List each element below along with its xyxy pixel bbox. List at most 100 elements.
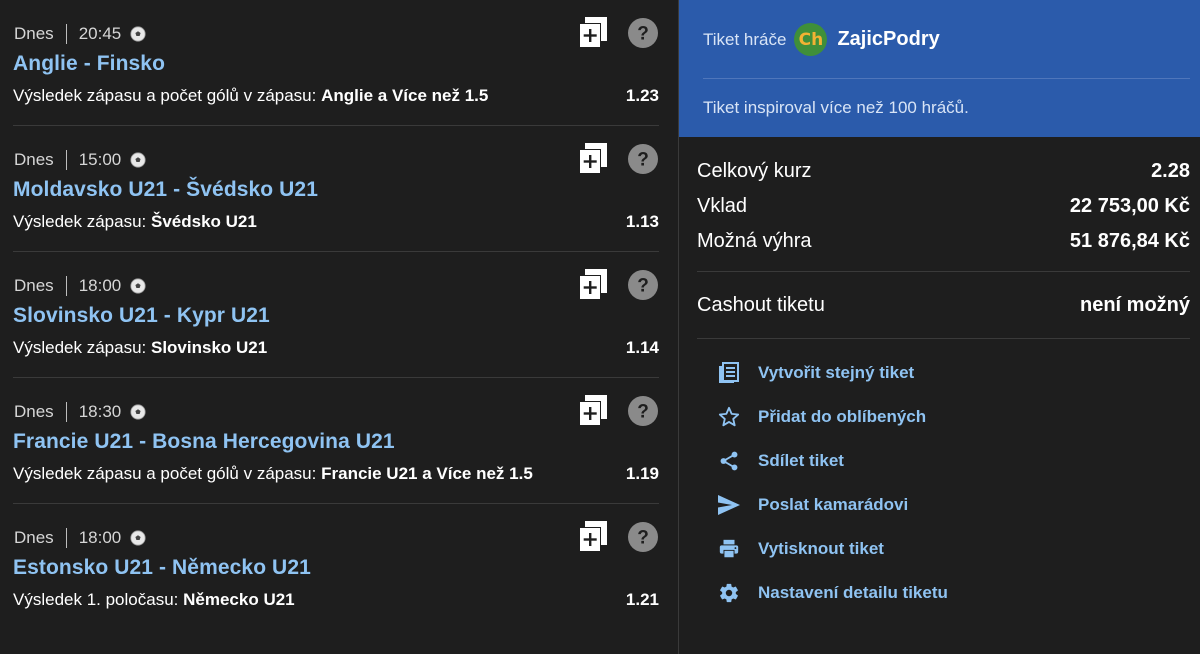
- match-day: Dnes: [14, 24, 54, 43]
- send-to-friend-button[interactable]: Poslat kamarádovi: [716, 483, 1200, 527]
- add-to-favorites-button[interactable]: Přidat do oblíbených: [716, 395, 1200, 439]
- ticket-stats: Celkový kurz 2.28 Vklad 22 753,00 Kč Mož…: [679, 154, 1200, 259]
- ticket-summary-panel: Tiket hráče Ch ZajicPodry Tiket inspirov…: [679, 0, 1200, 654]
- user-logo-icon: Ch: [794, 23, 828, 56]
- add-to-ticket-icon[interactable]: [578, 269, 608, 301]
- match-teams-link[interactable]: Moldavsko U21 - Švédsko U21: [13, 178, 318, 202]
- football-icon: [130, 530, 146, 546]
- match-teams-link[interactable]: Estonsko U21 - Německo U21: [13, 556, 311, 580]
- meta-separator: [65, 528, 67, 548]
- selection-label: Slovinsko U21: [150, 338, 268, 357]
- match-day: Dnes: [14, 528, 54, 547]
- match-pick: Výsledek zápasu a počet gólů v zápasu: F…: [13, 464, 533, 484]
- send-icon: [716, 492, 742, 518]
- match-meta: Dnes 18:00: [14, 528, 146, 548]
- add-to-ticket-icon[interactable]: [578, 395, 608, 427]
- possible-win-label: Možná výhra: [697, 230, 812, 252]
- match-time: 18:30: [78, 402, 122, 421]
- action-label: Sdílet tiket: [758, 451, 844, 470]
- ticket-actions: Vytvořit stejný tiket Přidat do oblíbený…: [679, 339, 1200, 615]
- svg-text:?: ?: [637, 528, 649, 549]
- match-odds: 1.13: [625, 212, 659, 231]
- match-odds: 1.14: [625, 338, 659, 357]
- share-ticket-button[interactable]: Sdílet tiket: [716, 439, 1200, 483]
- username-link[interactable]: ZajicPodry: [837, 28, 939, 51]
- match-row: Dnes 18:00 Slovinsko U21 - Kypr U21 Výsl…: [13, 252, 659, 378]
- match-pick: Výsledek zápasu: Slovinsko U21: [13, 338, 267, 358]
- ticket-owner: Tiket hráče Ch ZajicPodry: [703, 23, 940, 56]
- total-odds-label: Celkový kurz: [697, 160, 812, 182]
- meta-separator: [65, 24, 67, 44]
- add-to-ticket-icon[interactable]: [578, 521, 608, 553]
- match-pick: Výsledek zápasu: Švédsko U21: [13, 212, 257, 232]
- cashout-label: Cashout tiketu: [697, 293, 825, 316]
- football-icon: [130, 404, 146, 420]
- action-label: Nastavení detailu tiketu: [758, 583, 948, 602]
- meta-separator: [65, 150, 67, 170]
- match-odds: 1.23: [625, 86, 659, 105]
- inspired-text: Tiket inspiroval více než 100 hráčů.: [703, 98, 969, 117]
- selection-label: Švédsko U21: [150, 212, 257, 231]
- help-icon[interactable]: ?: [628, 144, 658, 174]
- add-to-ticket-icon[interactable]: [578, 143, 608, 175]
- match-list: Dnes 20:45 Anglie - Finsko Výsledek zápa…: [0, 0, 679, 654]
- market-label: Výsledek zápasu:: [13, 338, 147, 357]
- match-day: Dnes: [14, 402, 54, 421]
- match-teams-link[interactable]: Slovinsko U21 - Kypr U21: [13, 304, 270, 328]
- svg-text:?: ?: [637, 150, 649, 171]
- help-icon[interactable]: ?: [628, 396, 658, 426]
- match-row: Dnes 18:00 Estonsko U21 - Německo U21 Vý…: [13, 504, 659, 630]
- cashout-row: Cashout tiketu není možný: [679, 272, 1200, 338]
- match-meta: Dnes 15:00: [14, 150, 146, 170]
- match-teams-link[interactable]: Francie U21 - Bosna Hercegovina U21: [13, 430, 395, 454]
- market-label: Výsledek 1. poločasu:: [13, 590, 179, 609]
- svg-text:?: ?: [637, 402, 649, 423]
- possible-win-value: 51 876,84 Kč: [1069, 230, 1190, 252]
- print-ticket-button[interactable]: Vytisknout tiket: [716, 527, 1200, 571]
- action-label: Vytvořit stejný tiket: [758, 363, 915, 382]
- ticket-settings-button[interactable]: Nastavení detailu tiketu: [716, 571, 1200, 615]
- create-same-ticket-button[interactable]: Vytvořit stejný tiket: [716, 351, 1200, 395]
- match-row: Dnes 15:00 Moldavsko U21 - Švédsko U21 V…: [13, 126, 659, 252]
- selection-label: Anglie a Více než 1.5: [321, 86, 489, 105]
- match-day: Dnes: [14, 150, 54, 169]
- add-to-ticket-icon[interactable]: [578, 17, 608, 49]
- match-meta: Dnes 18:00: [14, 276, 146, 296]
- svg-text:?: ?: [637, 24, 649, 45]
- settings-icon: [716, 580, 742, 606]
- match-time: 18:00: [78, 528, 122, 547]
- cashout-value: není možný: [1079, 293, 1190, 316]
- football-icon: [130, 26, 146, 42]
- football-icon: [130, 278, 146, 294]
- match-meta: Dnes 18:30: [14, 402, 146, 422]
- copy-ticket-icon: [716, 360, 742, 386]
- match-row: Dnes 18:30 Francie U21 - Bosna Hercegovi…: [13, 378, 659, 504]
- match-teams-link[interactable]: Anglie - Finsko: [13, 52, 165, 76]
- svg-text:?: ?: [637, 276, 649, 297]
- match-time: 20:45: [78, 24, 122, 43]
- total-odds-row: Celkový kurz 2.28: [697, 154, 1190, 189]
- ticket-header: Tiket hráče Ch ZajicPodry Tiket inspirov…: [679, 0, 1200, 137]
- stake-label: Vklad: [697, 195, 748, 217]
- stake-value: 22 753,00 Kč: [1069, 195, 1190, 217]
- match-pick: Výsledek zápasu a počet gólů v zápasu: A…: [13, 86, 488, 106]
- match-odds: 1.21: [625, 590, 659, 609]
- action-label: Přidat do oblíbených: [758, 407, 927, 426]
- market-label: Výsledek zápasu a počet gólů v zápasu:: [13, 86, 317, 105]
- selection-label: Německo U21: [183, 590, 295, 609]
- star-icon: [716, 404, 742, 430]
- match-time: 18:00: [78, 276, 122, 295]
- print-icon: [716, 536, 742, 562]
- possible-win-row: Možná výhra 51 876,84 Kč: [697, 224, 1190, 259]
- match-pick: Výsledek 1. poločasu: Německo U21: [13, 590, 295, 610]
- stake-row: Vklad 22 753,00 Kč: [697, 189, 1190, 224]
- match-meta: Dnes 20:45: [14, 24, 146, 44]
- help-icon[interactable]: ?: [628, 270, 658, 300]
- total-odds-value: 2.28: [1151, 160, 1190, 182]
- help-icon[interactable]: ?: [628, 522, 658, 552]
- action-label: Vytisknout tiket: [758, 539, 884, 558]
- action-label: Poslat kamarádovi: [758, 495, 909, 514]
- help-icon[interactable]: ?: [628, 18, 658, 48]
- meta-separator: [65, 276, 67, 296]
- match-time: 15:00: [78, 150, 122, 169]
